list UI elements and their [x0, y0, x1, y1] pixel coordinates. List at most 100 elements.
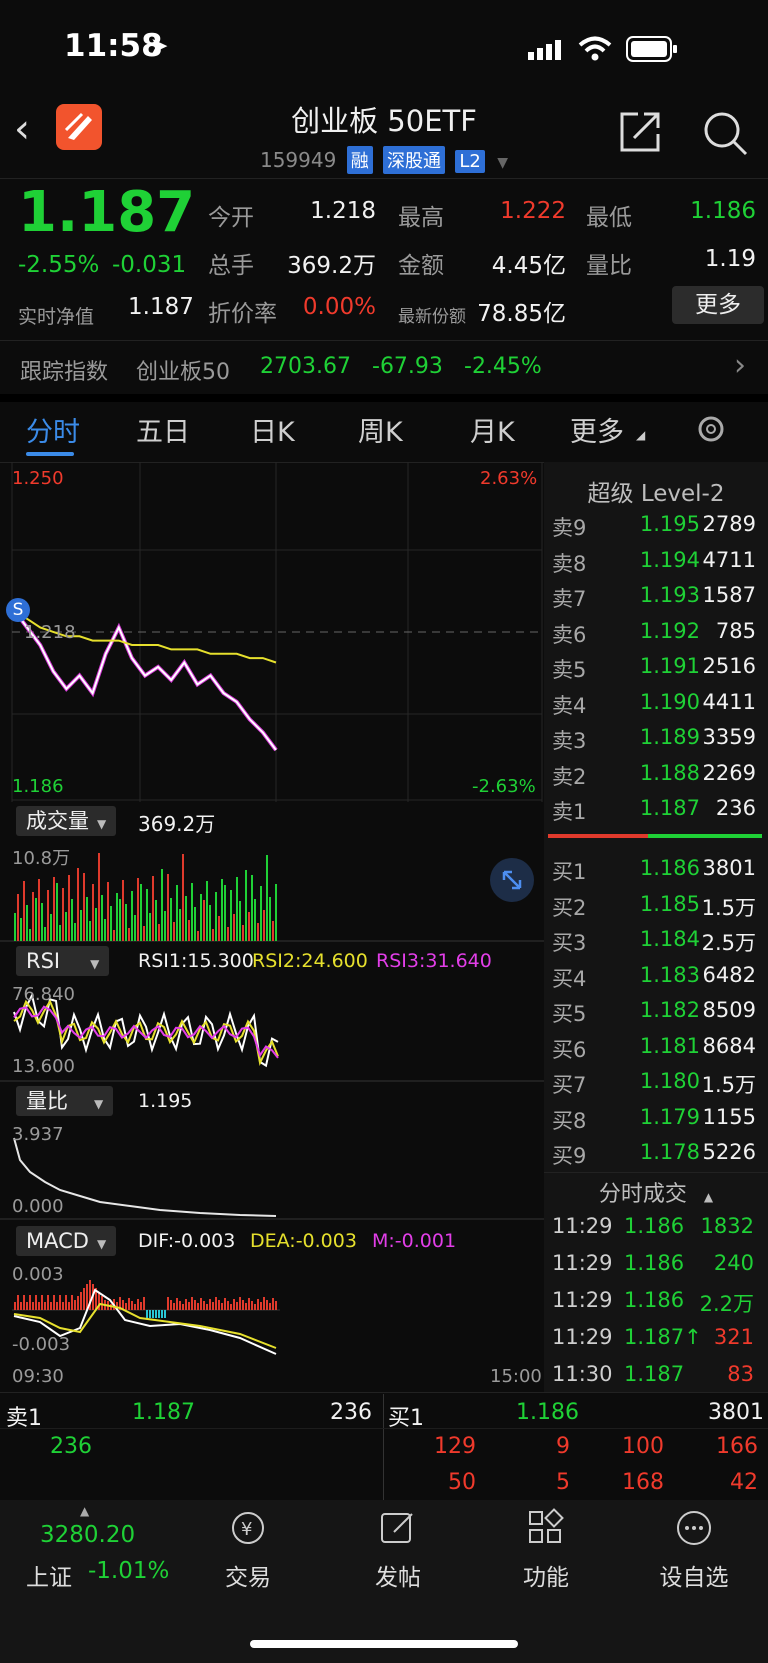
- volume-bar: [143, 926, 145, 941]
- volume-bar: [71, 899, 73, 941]
- tab-five-day[interactable]: 五日: [136, 410, 190, 449]
- rsi-indicator-button[interactable]: RSI ▼: [16, 946, 110, 976]
- volume-bar: [260, 886, 262, 941]
- ask-price: 1.191: [639, 654, 700, 678]
- volume-bar: [26, 905, 28, 941]
- search-icon[interactable]: [702, 110, 748, 160]
- volume-bar: [17, 894, 19, 941]
- volume-bar: [275, 884, 277, 941]
- macd-bar: [185, 1299, 187, 1310]
- ask-volume: 785: [715, 618, 756, 643]
- volume-bar: [110, 906, 112, 941]
- tab-more[interactable]: 更多: [570, 410, 624, 449]
- volume-bar: [80, 910, 82, 941]
- tab-intraday[interactable]: 分时: [26, 410, 80, 449]
- tab-month-k[interactable]: 月K: [470, 410, 515, 449]
- signal-icon: [528, 40, 568, 64]
- chevron-down-icon[interactable]: ▼: [497, 155, 508, 171]
- ask-level: 卖5: [552, 658, 587, 682]
- volume-bar: [101, 895, 103, 941]
- queue-buy-order: 42: [730, 1470, 758, 1495]
- post-button[interactable]: 发帖: [328, 1558, 468, 1592]
- macd-bar: [239, 1297, 241, 1310]
- macd-bar: [47, 1295, 49, 1310]
- volume-chart: [0, 853, 544, 942]
- trades-title[interactable]: 分时成交 ▲: [544, 1176, 768, 1208]
- tab-day-k[interactable]: 日K: [250, 410, 295, 449]
- volume-ratio-chart: [0, 1137, 544, 1220]
- m-value: M:-0.001: [372, 1230, 457, 1252]
- volume-bar: [224, 885, 226, 941]
- s-marker[interactable]: S: [6, 598, 30, 622]
- bottom-index-value[interactable]: 3280.20: [40, 1522, 135, 1548]
- macd-bar: [32, 1302, 34, 1310]
- ask-volume: 2516: [702, 654, 756, 678]
- intraday-chart[interactable]: [0, 462, 544, 802]
- bid-price: 1.180: [639, 1069, 700, 1093]
- macd-bar: [17, 1295, 19, 1310]
- index-row[interactable]: 跟踪指数 创业板50 2703.67 -67.93 -2.45% ›: [0, 340, 768, 394]
- volume-bar: [200, 894, 202, 941]
- volume-bar: [44, 927, 46, 941]
- ask-level: 卖3: [552, 729, 587, 753]
- volume-bar: [146, 889, 148, 941]
- volume-bar: [251, 875, 253, 941]
- ask-price: 1.187: [639, 796, 700, 820]
- macd-bar: [209, 1299, 211, 1310]
- volume-bar: [269, 897, 271, 941]
- discount-value: 0.00%: [302, 294, 376, 320]
- volume-bar: [125, 904, 127, 941]
- volume-bar: [83, 873, 85, 941]
- more-button[interactable]: 更多: [672, 286, 764, 324]
- macd-bar: [227, 1301, 229, 1310]
- share-icon[interactable]: [618, 110, 662, 158]
- macd-bar: [134, 1304, 136, 1310]
- volume-max-label: 10.8万: [12, 848, 71, 869]
- trade-time: 11:29: [552, 1288, 613, 1312]
- function-button[interactable]: 功能: [476, 1558, 616, 1592]
- volume-indicator-button[interactable]: 成交量 ▼: [16, 806, 117, 836]
- tab-week-k[interactable]: 周K: [358, 410, 403, 449]
- volume-bar: [128, 928, 130, 941]
- volume-ratio-button[interactable]: 量比 ▼: [16, 1086, 114, 1116]
- macd-bar: [59, 1295, 61, 1310]
- watchlist-button[interactable]: 设自选: [624, 1558, 764, 1592]
- amount-value: 4.45亿: [491, 253, 566, 279]
- volume-bar: [179, 909, 181, 941]
- volume-bar: [104, 919, 106, 941]
- queue-sell-price: 1.187: [132, 1400, 195, 1425]
- macd-bar: [230, 1304, 232, 1310]
- expand-icon[interactable]: [490, 858, 534, 902]
- open-value: 1.218: [310, 198, 376, 224]
- bid-price: 1.183: [639, 962, 700, 987]
- macd-bar: [23, 1295, 25, 1310]
- macd-bar: [245, 1303, 247, 1310]
- trade-price: 1.186: [624, 1214, 685, 1238]
- macd-bar: [242, 1300, 244, 1310]
- volume-bar: [254, 899, 256, 941]
- volume-bar: [95, 908, 97, 941]
- volume-bar: [242, 925, 244, 941]
- volume-bar: [137, 878, 139, 941]
- volume-bar: [149, 913, 151, 941]
- volume-bar: [236, 877, 238, 941]
- volume-bar: [263, 910, 265, 941]
- macd-bar: [272, 1298, 274, 1310]
- ask-volume: 2789: [702, 512, 756, 536]
- macd-bar: [149, 1310, 151, 1318]
- volume-label: 总手: [208, 253, 254, 279]
- dea-value: DEA:-0.003: [250, 1230, 357, 1252]
- macd-bar: [29, 1295, 31, 1310]
- trade-button[interactable]: 交易: [178, 1558, 318, 1592]
- volume-bar: [176, 885, 178, 941]
- macd-indicator-button[interactable]: MACD ▼: [16, 1226, 117, 1256]
- ob-divider-green: [648, 834, 762, 838]
- volume-bar: [68, 875, 70, 941]
- volume-bar: [116, 893, 118, 941]
- volume-bar: [23, 881, 25, 941]
- volume-bar: [227, 927, 229, 941]
- rsi3-value: RSI3:31.640: [376, 950, 492, 972]
- volume-bar: [86, 897, 88, 941]
- settings-icon[interactable]: [694, 412, 728, 450]
- time-start-label: 09:30: [12, 1366, 64, 1387]
